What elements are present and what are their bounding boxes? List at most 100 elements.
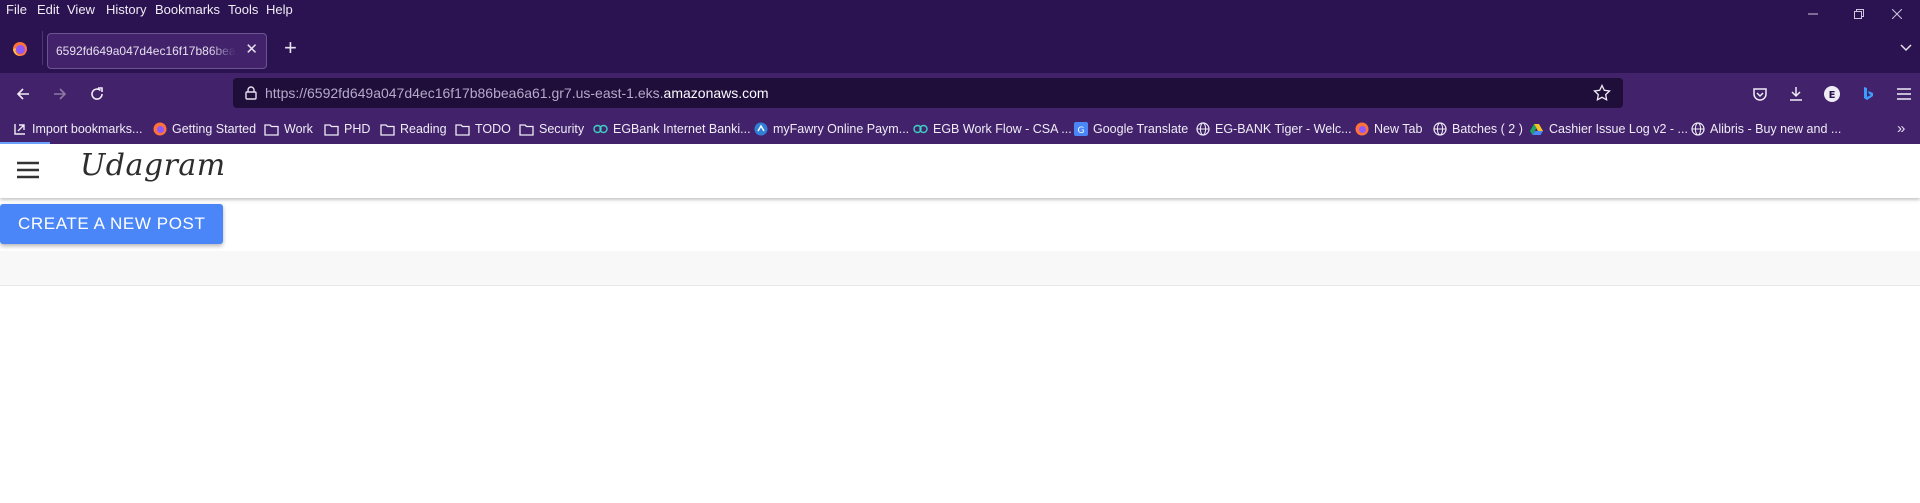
bookmark-batches[interactable]: Batches ( 2 ): [1432, 120, 1523, 138]
bookmark-label: EG-BANK Tiger - Welc...: [1215, 122, 1352, 136]
bookmark-cashier-issue-log[interactable]: Cashier Issue Log v2 - ...: [1529, 120, 1688, 138]
create-post-button[interactable]: CREATE A NEW POST: [0, 204, 224, 244]
app-toolbar: Udagram: [0, 144, 1920, 198]
pocket-icon: [1753, 88, 1767, 101]
bing-extension-button[interactable]: [1857, 83, 1879, 105]
folder-icon: [324, 122, 339, 137]
forward-arrow-icon: [54, 88, 67, 100]
bookmark-label: Getting Started: [172, 122, 257, 136]
fawry-icon: [753, 122, 768, 137]
menu-history[interactable]: History: [106, 2, 146, 17]
bookmark-label: Cashier Issue Log v2 - ...: [1549, 122, 1688, 136]
bookmarks-overflow-chevron-icon[interactable]: »: [1897, 120, 1905, 137]
bookmark-folder-todo[interactable]: TODO: [455, 120, 511, 138]
lock-icon[interactable]: [243, 85, 259, 106]
tab-close-icon[interactable]: ✕: [245, 42, 258, 57]
bookmark-egb-workflow[interactable]: EGB Work Flow - CSA ...: [913, 120, 1072, 138]
bookmark-alibris[interactable]: Alibris - Buy new and ...: [1690, 120, 1841, 138]
new-tab-button[interactable]: +: [284, 37, 297, 59]
bookmark-label: Google Translate: [1093, 122, 1189, 136]
firefox-icon: [1354, 122, 1369, 137]
menu-file[interactable]: File: [6, 2, 27, 17]
menu-bookmarks[interactable]: Bookmarks: [155, 2, 220, 17]
bookmark-label: PHD: [344, 122, 371, 136]
bookmark-label: New Tab: [1374, 122, 1423, 136]
url-domain: amazonaws.com: [663, 85, 769, 101]
reload-icon: [91, 87, 103, 100]
menu-tools[interactable]: Tools: [228, 2, 258, 17]
tab-separator: [42, 31, 43, 65]
globe-icon: [1432, 122, 1447, 137]
bookmark-label: Batches ( 2 ): [1452, 122, 1523, 136]
feed-list: [0, 251, 1920, 286]
account-button[interactable]: E: [1821, 83, 1843, 105]
app-menu-button[interactable]: [1893, 83, 1915, 105]
url-prefix: https://6592fd649a047d4ec16f17b86bea6a61…: [265, 85, 664, 101]
translate-icon: G: [1073, 122, 1088, 137]
bookmark-folder-phd[interactable]: PHD: [324, 120, 370, 138]
bookmark-label: Import bookmarks...: [32, 122, 143, 136]
bookmark-folder-security[interactable]: Security: [519, 120, 584, 138]
menu-icon[interactable]: [16, 160, 40, 185]
menu-help[interactable]: Help: [266, 2, 293, 17]
back-button[interactable]: [12, 83, 34, 105]
minimize-icon: [1808, 13, 1818, 14]
tab-title: 6592fd649a047d4ec16f17b86bea6a61: [56, 44, 236, 58]
hamburger-menu-icon: [1897, 88, 1911, 100]
bookmark-new-tab[interactable]: New Tab: [1354, 120, 1422, 138]
bookmark-star-icon[interactable]: [1593, 83, 1611, 107]
web-page: Udagram CREATE A NEW POST: [0, 144, 1920, 503]
back-arrow-icon: [16, 88, 29, 100]
url-text[interactable]: https://6592fd649a047d4ec16f17b86bea6a61…: [265, 85, 769, 101]
globe-icon: [1195, 122, 1210, 137]
reload-button[interactable]: [86, 83, 108, 105]
bookmarks-bar: Import bookmarks... Getting Started Work…: [0, 113, 1920, 144]
folder-icon: [519, 122, 534, 137]
downloads-button[interactable]: [1785, 83, 1807, 105]
navigation-bar: https://6592fd649a047d4ec16f17b86bea6a61…: [0, 73, 1920, 113]
tab-list-chevron-icon[interactable]: [1900, 39, 1912, 57]
download-icon: [1790, 87, 1802, 101]
bookmark-folder-reading[interactable]: Reading: [380, 120, 447, 138]
link-icon: [593, 122, 608, 137]
bookmark-getting-started[interactable]: Getting Started: [152, 120, 256, 138]
svg-text:G: G: [1077, 126, 1084, 136]
restore-icon: [1854, 8, 1864, 19]
menu-edit[interactable]: Edit: [37, 2, 59, 17]
bookmark-google-translate[interactable]: G Google Translate: [1073, 120, 1188, 138]
bookmark-myfawry[interactable]: myFawry Online Paym...: [753, 120, 909, 138]
account-avatar-icon: E: [1824, 86, 1840, 102]
bookmark-label: Alibris - Buy new and ...: [1710, 122, 1842, 136]
pocket-button[interactable]: [1749, 83, 1771, 105]
bookmark-label: EGB Work Flow - CSA ...: [933, 122, 1072, 136]
link-icon: [913, 122, 928, 137]
tab-active[interactable]: 6592fd649a047d4ec16f17b86bea6a61 ✕: [47, 33, 267, 69]
folder-icon: [380, 122, 395, 137]
bookmark-import[interactable]: Import bookmarks...: [12, 120, 142, 138]
bookmark-label: myFawry Online Paym...: [773, 122, 910, 136]
drive-icon: [1529, 122, 1544, 137]
bookmark-egbank[interactable]: EGBank Internet Banki...: [593, 120, 751, 138]
bing-icon: [1864, 87, 1873, 100]
bookmark-label: TODO: [475, 122, 511, 136]
bookmark-folder-work[interactable]: Work: [264, 120, 313, 138]
import-icon: [12, 122, 27, 137]
bookmark-egbank-tiger[interactable]: EG-BANK Tiger - Welc...: [1195, 120, 1352, 138]
folder-icon: [264, 122, 279, 137]
bookmark-label: Security: [539, 122, 585, 136]
bookmark-label: Work: [284, 122, 313, 136]
close-icon: [1892, 8, 1902, 19]
folder-icon: [455, 122, 470, 137]
menu-view[interactable]: View: [67, 2, 95, 17]
bookmark-label: Reading: [400, 122, 447, 136]
svg-text:E: E: [1829, 90, 1836, 101]
tab-strip: 6592fd649a047d4ec16f17b86bea6a61 ✕ +: [0, 21, 1920, 73]
menu-bar: File Edit View History Bookmarks Tools H…: [0, 0, 1920, 21]
firefox-view-icon[interactable]: [12, 41, 28, 62]
url-bar[interactable]: https://6592fd649a047d4ec16f17b86bea6a61…: [233, 78, 1623, 108]
firefox-icon: [152, 122, 167, 137]
app-brand: Udagram: [80, 148, 226, 183]
globe-icon: [1690, 122, 1705, 137]
bookmark-label: EGBank Internet Banki...: [613, 122, 751, 136]
forward-button[interactable]: [49, 83, 71, 105]
